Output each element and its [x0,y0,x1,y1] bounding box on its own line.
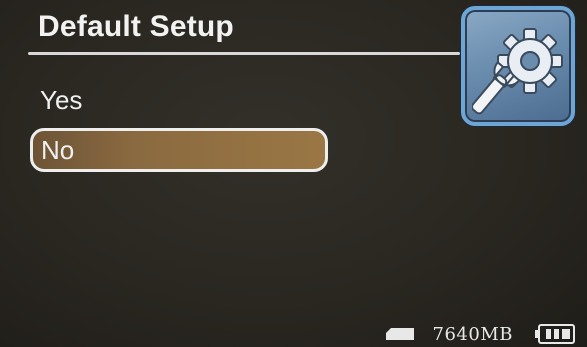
settings-tile [461,6,575,126]
storage-remaining: 7640MB [432,323,513,345]
menu-item-yes[interactable]: Yes [30,78,330,122]
status-bar: 7640MB [385,321,575,347]
sd-card-icon [385,328,414,340]
title-underline [28,52,460,55]
device-screen: Default Setup Yes No 7640MB [0,0,587,347]
page-title: Default Setup [38,10,234,43]
menu-item-no[interactable]: No [30,128,328,172]
battery-icon [535,324,575,344]
settings-wrench-gear-icon [472,28,563,115]
